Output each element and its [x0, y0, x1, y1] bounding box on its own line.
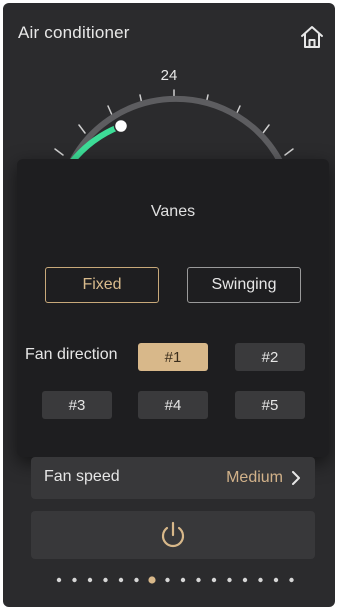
page-dot[interactable]	[134, 577, 139, 583]
dial-track	[68, 95, 284, 166]
page-dot[interactable]	[242, 577, 248, 583]
page-dot-active[interactable]	[148, 576, 156, 584]
vanes-dialog: Vanes Fixed Swinging Fan direction #1 #2…	[17, 159, 329, 457]
direction-1-button[interactable]: #1	[138, 343, 208, 371]
home-icon[interactable]	[298, 23, 326, 51]
fixed-button[interactable]: Fixed	[45, 267, 159, 303]
page-dot[interactable]	[118, 577, 124, 583]
page-dot[interactable]	[56, 577, 62, 583]
direction-2-button[interactable]: #2	[235, 343, 305, 371]
power-button[interactable]	[31, 511, 315, 559]
dial-handle	[113, 118, 129, 134]
page-dot[interactable]	[165, 577, 170, 583]
direction-3-button[interactable]: #3	[42, 391, 112, 419]
page-dot[interactable]	[72, 577, 77, 583]
device-screen: Air conditioner 24 Vanes Fixed Swinging …	[3, 3, 335, 607]
power-icon	[161, 521, 185, 548]
page-title: Air conditioner	[18, 23, 130, 42]
direction-5-button[interactable]: #5	[235, 391, 305, 419]
swinging-button[interactable]: Swinging	[187, 267, 301, 303]
page-dot[interactable]	[180, 577, 186, 583]
dialog-title: Vanes	[150, 203, 196, 220]
fan-direction-label: Fan direction	[25, 346, 118, 363]
page-dot[interactable]	[103, 577, 108, 583]
chevron-right-icon	[292, 471, 300, 485]
page-indicator[interactable]	[3, 575, 335, 585]
page-dot[interactable]	[227, 577, 232, 583]
page-dot[interactable]	[196, 577, 201, 583]
direction-4-button[interactable]: #4	[138, 391, 208, 419]
fan-speed-row[interactable]: Fan speed Medium	[31, 457, 315, 499]
page-dot[interactable]	[211, 577, 217, 583]
page-dot[interactable]	[273, 577, 279, 583]
fan-speed-value: Medium	[226, 469, 283, 486]
page-dot[interactable]	[87, 577, 93, 583]
page-dot[interactable]	[289, 577, 294, 583]
page-dot[interactable]	[258, 577, 263, 583]
fan-speed-label: Fan speed	[44, 468, 120, 485]
